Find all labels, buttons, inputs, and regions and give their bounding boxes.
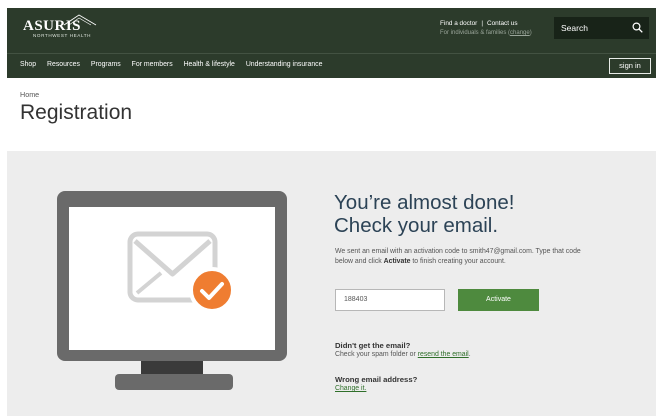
activate-button[interactable]: Activate: [458, 289, 539, 311]
main-nav: Shop Resources Programs For members Heal…: [7, 53, 656, 78]
asuris-logo[interactable]: ASURIS NORTHWEST HEALTH: [23, 14, 97, 38]
no-email-period: .: [468, 351, 471, 358]
link-separator: |: [481, 20, 483, 27]
page-title: Registration: [20, 101, 133, 124]
headline-line-1: You’re almost done!: [334, 191, 515, 214]
audience-text: For individuals & families: [440, 30, 507, 36]
message-part-2: to finish creating your account.: [412, 257, 506, 265]
change-email-link[interactable]: Change it.: [335, 385, 366, 392]
confirmation-headline: You’re almost done! Check your email.: [334, 191, 514, 237]
confirmation-panel: You’re almost done! Check your email. We …: [7, 151, 656, 416]
monitor-screen: [69, 207, 275, 350]
utility-links: Find a doctor | Contact us For individuals…: [440, 20, 532, 36]
search-box[interactable]: Search: [554, 17, 649, 39]
sign-in-button[interactable]: sign in: [609, 58, 651, 74]
nav-item-resources[interactable]: Resources: [47, 61, 80, 68]
search-icon[interactable]: [632, 22, 643, 33]
site-header: ASURIS NORTHWEST HEALTH Find a doctor | Co…: [7, 8, 656, 53]
nav-item-for-members[interactable]: For members: [132, 61, 173, 68]
contact-us-link[interactable]: Contact us: [487, 20, 518, 27]
breadcrumb-home[interactable]: Home: [20, 90, 39, 99]
search-input[interactable]: Search: [561, 23, 588, 33]
find-doctor-link[interactable]: Find a doctor: [440, 20, 477, 27]
activation-code-input[interactable]: 188403: [335, 289, 445, 311]
monitor-illustration: [57, 191, 287, 390]
change-audience-link[interactable]: change: [510, 30, 530, 36]
checkmark-badge-icon: [189, 267, 235, 313]
no-email-text: Check your spam folder or: [335, 351, 416, 358]
no-email-help: Check your spam folder or resend the ema…: [335, 351, 471, 358]
nav-items: Shop Resources Programs For members Heal…: [20, 61, 331, 68]
message-activate-word: Activate: [383, 257, 411, 265]
logo-subtitle: NORTHWEST HEALTH: [33, 33, 92, 38]
no-email-heading: Didn't get the email?: [335, 341, 411, 350]
page: ASURIS NORTHWEST HEALTH Find a doctor | Co…: [7, 8, 656, 416]
audience-paren-close: ): [529, 30, 532, 36]
audience-selector: For individuals & families (change): [440, 30, 532, 36]
logo-roof-icon: [63, 14, 97, 26]
nav-item-health-lifestyle[interactable]: Health & lifestyle: [184, 61, 235, 68]
headline-line-2: Check your email.: [334, 214, 499, 237]
monitor-base: [115, 374, 233, 390]
monitor-neck: [141, 361, 203, 374]
nav-item-programs[interactable]: Programs: [91, 61, 121, 68]
wrong-email-heading: Wrong email address?: [335, 375, 418, 384]
nav-item-understanding-insurance[interactable]: Understanding insurance: [246, 61, 323, 68]
nav-item-shop[interactable]: Shop: [20, 61, 36, 68]
resend-email-link[interactable]: resend the email: [418, 351, 469, 358]
activation-message: We sent an email with an activation code…: [335, 247, 590, 266]
